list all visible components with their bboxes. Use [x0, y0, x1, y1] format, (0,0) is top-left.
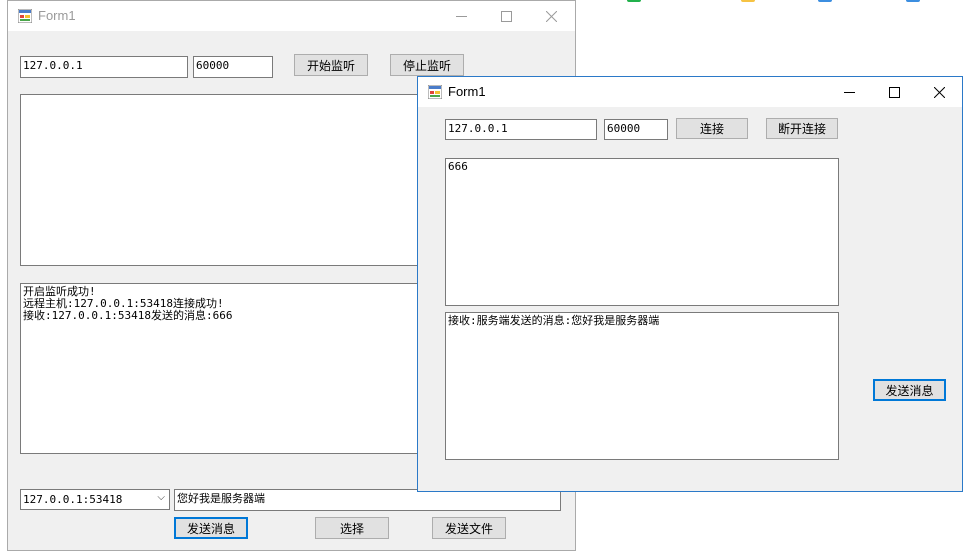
- minimize-icon: [843, 91, 855, 93]
- server-send-message-button[interactable]: 发送消息: [174, 517, 248, 539]
- client-message-input-area[interactable]: 666: [445, 158, 839, 306]
- client-ip-input[interactable]: 127.0.0.1: [445, 119, 597, 140]
- close-icon: [545, 10, 557, 22]
- chevron-down-icon: ⌵: [157, 492, 165, 503]
- close-button[interactable]: [916, 77, 962, 107]
- minimize-button[interactable]: [826, 77, 872, 107]
- maximize-icon: [500, 10, 512, 22]
- minimize-button[interactable]: [438, 1, 484, 31]
- close-icon: [933, 86, 945, 98]
- client-port-input[interactable]: 60000: [604, 119, 668, 140]
- server-port-input[interactable]: 60000: [193, 56, 273, 78]
- client-select-dropdown[interactable]: 127.0.0.1:53418 ⌵: [20, 489, 170, 510]
- form-app-icon: [18, 9, 32, 23]
- client-received-area[interactable]: 接收:服务端发送的消息:您好我是服务器端: [445, 312, 839, 460]
- disconnect-button[interactable]: 断开连接: [766, 118, 838, 139]
- minimize-icon: [455, 15, 467, 17]
- client-send-message-button[interactable]: 发送消息: [873, 379, 946, 401]
- connect-button[interactable]: 连接: [676, 118, 748, 139]
- server-title-bar[interactable]: Form1: [8, 1, 575, 31]
- background-window-strip: [575, 0, 963, 14]
- close-button[interactable]: [528, 1, 574, 31]
- client-window-title: Form1: [448, 84, 486, 99]
- server-ip-input[interactable]: 127.0.0.1: [20, 56, 188, 78]
- maximize-button[interactable]: [871, 77, 917, 107]
- choose-file-button[interactable]: 选择: [315, 517, 389, 539]
- server-message-input[interactable]: 您好我是服务器端: [174, 489, 561, 511]
- client-window: Form1 127.0.0.1 60000 连接 断开连接 666 接收:服务端…: [417, 76, 963, 492]
- stop-listen-button[interactable]: 停止监听: [390, 54, 464, 76]
- maximize-button[interactable]: [483, 1, 529, 31]
- client-title-bar[interactable]: Form1: [418, 77, 962, 107]
- send-file-button[interactable]: 发送文件: [432, 517, 506, 539]
- form-app-icon: [428, 85, 442, 99]
- server-window-title: Form1: [38, 8, 76, 23]
- maximize-icon: [888, 86, 900, 98]
- start-listen-button[interactable]: 开始监听: [294, 54, 368, 76]
- client-select-value: 127.0.0.1:53418: [23, 493, 123, 506]
